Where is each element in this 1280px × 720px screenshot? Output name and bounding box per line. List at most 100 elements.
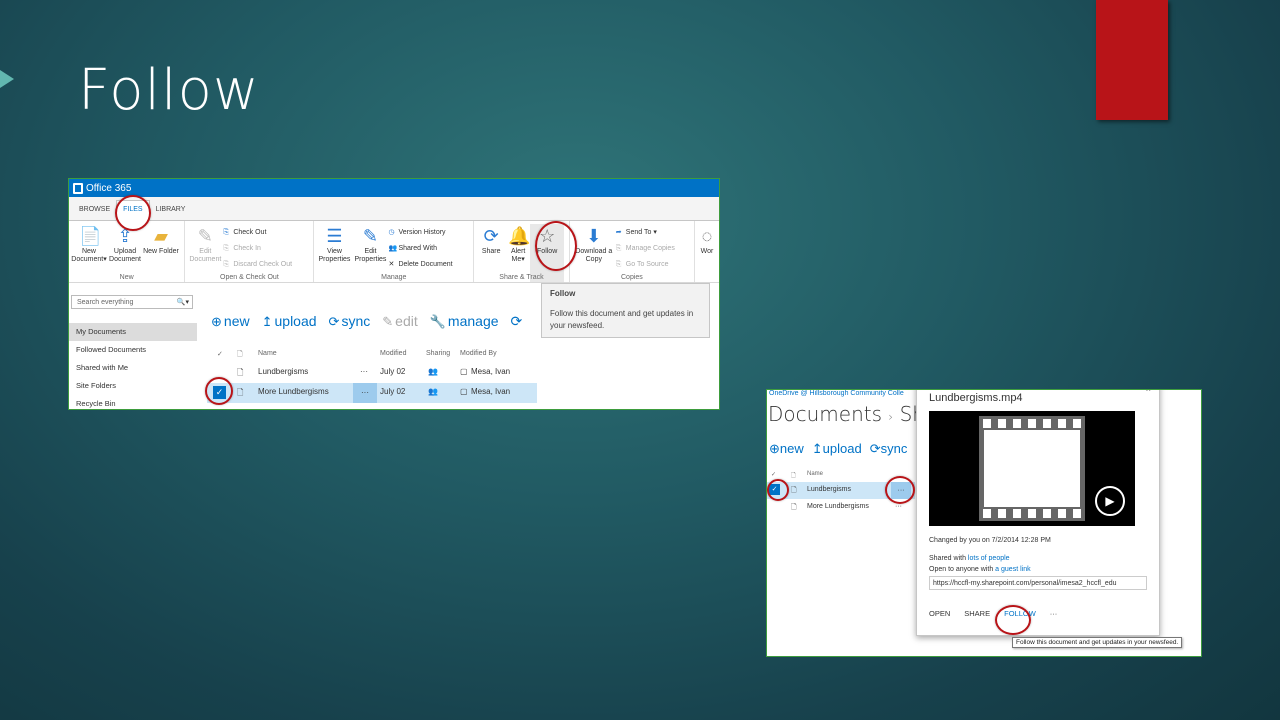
plus-circle-icon: ⊕ xyxy=(211,314,222,329)
delete-icon: ✕ xyxy=(388,261,395,268)
tab-library[interactable]: LIBRARY xyxy=(150,201,192,220)
command-bar: ⊕new ↥upload ⟳sync xyxy=(769,441,907,457)
nav-my-documents[interactable]: My Documents xyxy=(69,323,197,341)
nav-site-folders[interactable]: Site Folders xyxy=(69,377,197,395)
group-label: Share & Track xyxy=(499,274,544,281)
view-properties-icon: ☰ xyxy=(326,226,343,246)
command-bar: ⊕ new ↥ upload ⟳ sync ✎ edit 🔧 manage ⟳ xyxy=(211,313,522,330)
follow-tooltip: Follow Follow this document and get upda… xyxy=(541,283,710,338)
send-to-button[interactable]: ➦ Send To ▾ xyxy=(616,225,681,241)
video-preview[interactable]: ▶ xyxy=(929,411,1135,526)
callout-screenshot: OneDrive @ Hillsborough Community Colle … xyxy=(766,389,1202,657)
upload-arrow-icon: ↥ xyxy=(811,441,823,456)
shared-with-button[interactable]: 👥Shared With xyxy=(388,241,458,257)
slide-title: Follow xyxy=(78,58,260,123)
upload-arrow-icon: ↥ xyxy=(261,314,273,329)
upload-command[interactable]: ↥upload xyxy=(262,313,317,330)
close-icon[interactable]: × xyxy=(1146,390,1151,394)
manage-command[interactable]: 🔧 manage xyxy=(430,313,499,330)
play-icon[interactable]: ▶ xyxy=(1095,486,1125,516)
modified-by[interactable]: Mesa, Ivan xyxy=(471,367,510,376)
guest-link[interactable]: a guest link xyxy=(995,566,1030,573)
tab-browse[interactable]: BROWSE xyxy=(73,201,116,220)
folder-icon: ▰ xyxy=(154,226,168,246)
send-to-icon: ➦ xyxy=(615,229,622,236)
highlight-circle-follow xyxy=(995,605,1031,635)
new-command[interactable]: ⊕new xyxy=(211,313,250,330)
callout-title: Lundbergisms.mp4 xyxy=(929,392,1023,404)
file-type-header-icon: 🗋 xyxy=(237,351,243,358)
workflow-icon: ◌ xyxy=(701,226,713,246)
group-label: Copies xyxy=(621,274,643,281)
column-sharing[interactable]: Sharing xyxy=(426,350,450,357)
people-icon: 👥 xyxy=(428,367,438,376)
shared-people-link[interactable]: lots of people xyxy=(968,555,1010,562)
discard-check-out-button[interactable]: ⎘ Discard Check Out xyxy=(223,257,298,273)
nav-followed-documents[interactable]: Followed Documents xyxy=(69,341,197,359)
table-row[interactable]: 🗋 Lundbergisms ··· July 02 👥 ▢ Mesa, Iva… xyxy=(207,363,537,383)
go-to-source-button[interactable]: ⎘ Go To Source xyxy=(616,257,681,273)
check-out-button[interactable]: ⎘ Check Out xyxy=(223,225,298,241)
manage-copies-button[interactable]: ⎘ Manage Copies xyxy=(616,241,681,257)
modified-by[interactable]: Mesa, Ivan xyxy=(471,387,510,396)
sync-icon: ⟳ xyxy=(869,441,881,456)
workflows-button[interactable]: ◌ Wor xyxy=(697,224,717,282)
column-modified-by[interactable]: Modified By xyxy=(460,350,497,357)
ribbon-group-copies: ⬇ Download a Copy ➦ Send To ▾ ⎘ Manage Copi… xyxy=(570,221,695,282)
file-name[interactable]: Lundbergisms xyxy=(807,486,851,493)
more-command-icon[interactable]: ⟳ xyxy=(511,313,523,330)
sync-command[interactable]: ⟳sync xyxy=(870,441,908,457)
more-actions-icon[interactable]: ··· xyxy=(1050,609,1058,618)
sync-command[interactable]: ⟳sync xyxy=(329,313,371,330)
presence-icon: ▢ xyxy=(460,367,468,376)
share-action[interactable]: SHARE xyxy=(964,609,990,618)
file-icon: 🗋 xyxy=(237,368,244,377)
file-name[interactable]: More Lundbergisms xyxy=(258,387,329,396)
nav-recycle-bin[interactable]: Recycle Bin xyxy=(69,395,197,409)
office365-top-bar: Office 365 xyxy=(69,179,719,197)
file-name[interactable]: Lundbergisms xyxy=(258,367,308,376)
file-icon: 🗋 xyxy=(791,487,797,494)
search-icon[interactable]: 🔍▾ xyxy=(177,296,189,310)
ribbon-screenshot: Office 365 BROWSE FILES LIBRARY 📄 New Doc… xyxy=(68,178,720,410)
share-icon: ⟳ xyxy=(483,226,499,246)
version-history-button[interactable]: ◷ Version History xyxy=(388,225,458,241)
new-command[interactable]: ⊕new xyxy=(769,441,804,457)
ellipsis-menu-icon[interactable]: ··· xyxy=(360,367,368,376)
upload-command[interactable]: ↥upload xyxy=(812,441,862,457)
tooltip-title: Follow xyxy=(550,289,576,298)
ellipsis-menu-icon[interactable]: ··· xyxy=(353,383,377,403)
breadcrumb[interactable]: OneDrive @ Hillsborough Community Colle xyxy=(769,390,904,397)
file-icon: 🗋 xyxy=(237,388,244,397)
select-all-check-icon[interactable]: ✓ xyxy=(217,350,223,358)
modified-date: July 02 xyxy=(380,387,406,396)
file-name[interactable]: More Lundbergisms xyxy=(807,503,869,510)
plus-circle-icon: ⊕ xyxy=(769,441,780,456)
column-modified[interactable]: Modified xyxy=(380,350,406,357)
column-name[interactable]: Name xyxy=(807,471,823,477)
nav-shared-with-me[interactable]: Shared with Me xyxy=(69,359,197,377)
edit-properties-icon: ✎ xyxy=(362,226,379,246)
delete-document-button[interactable]: ✕ Delete Document xyxy=(388,257,458,273)
table-row-selected[interactable]: ✓ 🗋 More Lundbergisms ··· July 02 👥 ▢ Me… xyxy=(207,383,537,403)
sync-icon: ⟳ xyxy=(328,314,340,329)
page-title: Documents › Sha xyxy=(768,402,937,426)
edit-command[interactable]: ✎ edit xyxy=(382,313,417,330)
edit-document-icon: ✎ xyxy=(197,226,213,246)
file-type-header-icon: 🗋 xyxy=(791,473,796,479)
highlight-circle-checkbox xyxy=(767,479,789,501)
highlight-circle-follow-button xyxy=(535,221,577,271)
open-info: Open to anyone with a guest link xyxy=(929,566,1031,573)
open-action[interactable]: OPEN xyxy=(929,609,950,618)
check-out-icon: ⎘ xyxy=(223,229,229,236)
column-name[interactable]: Name xyxy=(258,350,277,357)
select-all-check-icon[interactable]: ✓ xyxy=(771,471,776,478)
go-to-source-icon: ⎘ xyxy=(615,261,622,268)
ellipsis-menu-icon[interactable]: ··· xyxy=(895,503,902,510)
tooltip-text: Follow this document and get updates in … xyxy=(550,309,694,330)
people-icon: 👥 xyxy=(388,245,398,252)
ribbon: 📄 New Document▾ ⇪ Upload Document ▰ New Fol… xyxy=(69,221,719,283)
check-in-button[interactable]: ⎘ Check In xyxy=(223,241,298,257)
search-input[interactable]: Search everything 🔍▾ xyxy=(71,295,193,309)
document-url-field[interactable]: https://hccfl-my.sharepoint.com/personal… xyxy=(929,576,1147,590)
